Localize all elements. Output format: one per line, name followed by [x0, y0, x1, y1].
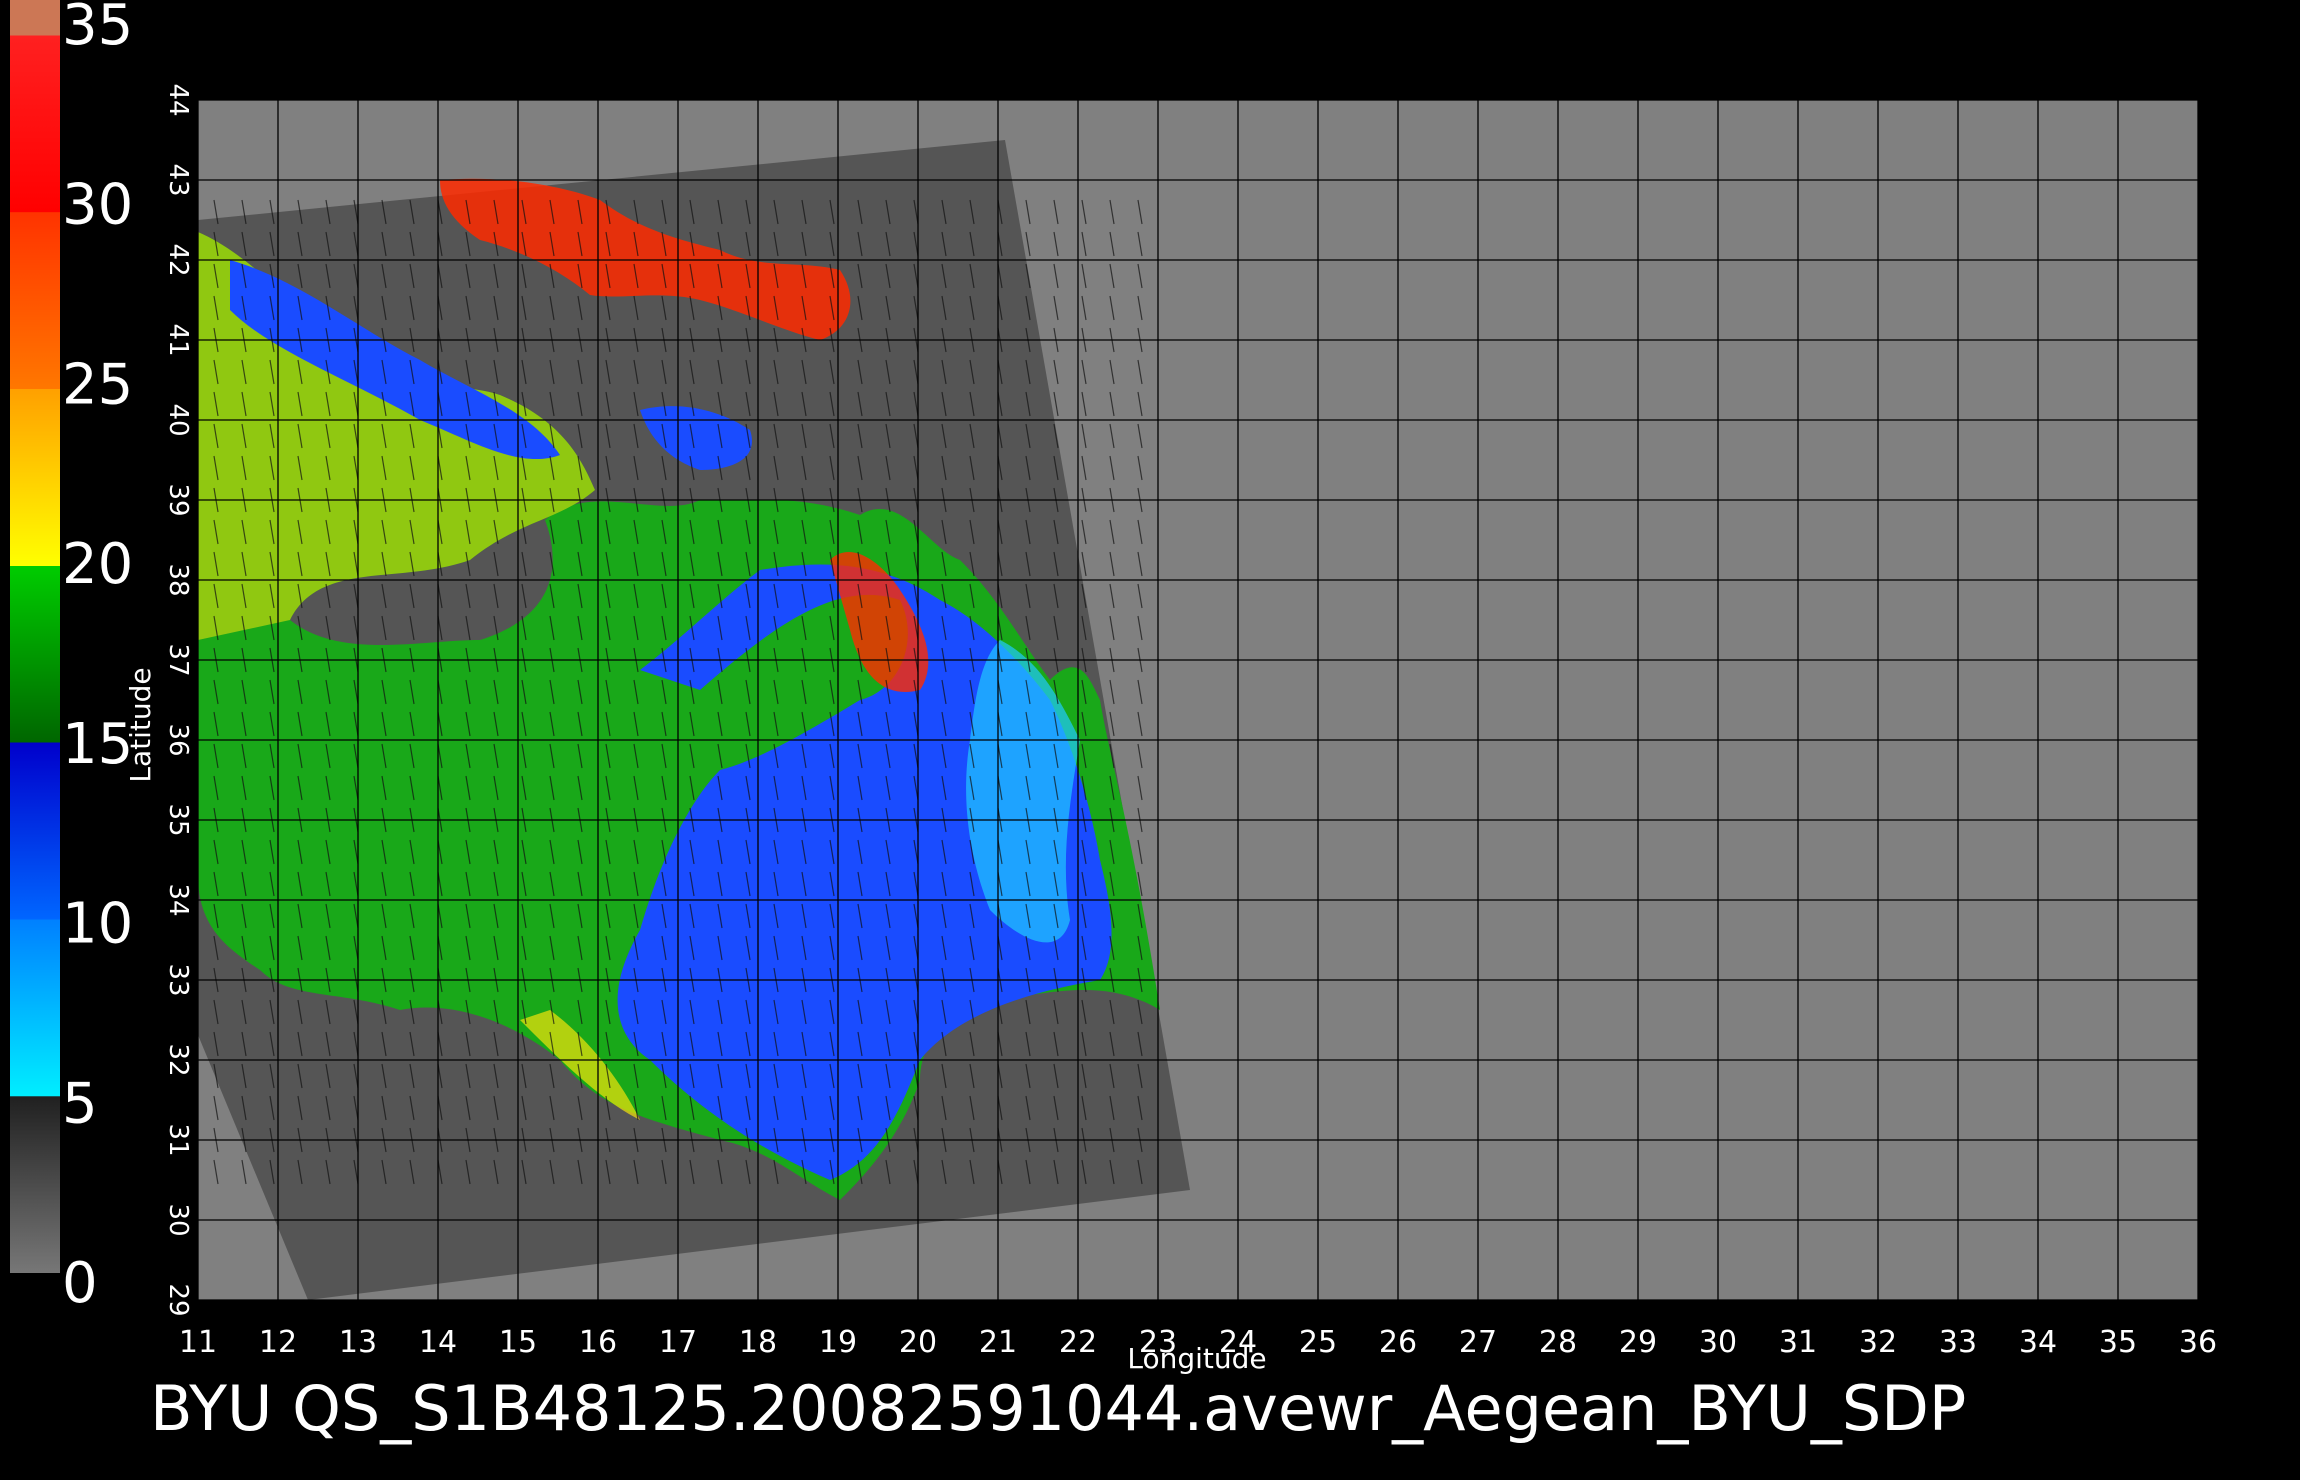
longitude-tick-label: 34 — [2019, 1325, 2057, 1360]
longitude-tick-label: 33 — [1939, 1325, 1977, 1360]
longitude-tick-label: 32 — [1859, 1325, 1897, 1360]
longitude-tick-label: 16 — [579, 1325, 617, 1360]
longitude-tick-label: 20 — [899, 1325, 937, 1360]
figure-caption: BYU QS_S1B48125.20082591044.avewr_Aegean… — [150, 1372, 1966, 1445]
x-axis-label: Longitude — [1127, 1342, 1266, 1375]
longitude-tick-label: 36 — [2179, 1325, 2217, 1360]
latitude-tick-label: 41 — [163, 323, 193, 356]
latitude-tick-label: 38 — [163, 563, 193, 596]
colorbar-label: 30 — [62, 173, 133, 238]
longitude-tick-label: 21 — [979, 1325, 1017, 1360]
longitude-tick-label: 18 — [739, 1325, 777, 1360]
colorbar-label: 0 — [62, 1251, 98, 1316]
latitude-tick-label: 32 — [163, 1043, 193, 1076]
latitude-tick-label: 29 — [163, 1283, 193, 1316]
longitude-tick-label: 25 — [1299, 1325, 1337, 1360]
latitude-tick-label: 39 — [163, 483, 193, 516]
longitude-tick-label: 30 — [1699, 1325, 1737, 1360]
latitude-tick-label: 37 — [163, 643, 193, 676]
y-axis-label: Latitude — [124, 667, 157, 782]
longitude-tick-label: 27 — [1459, 1325, 1497, 1360]
colorbar-label: 35 — [62, 0, 133, 58]
latitude-tick-label: 40 — [163, 403, 193, 436]
colorbar-label: 5 — [62, 1071, 98, 1136]
longitude-tick-label: 22 — [1059, 1325, 1097, 1360]
colorbar-label: 25 — [62, 352, 133, 417]
latitude-tick-label: 42 — [163, 243, 193, 276]
latitude-tick-label: 33 — [163, 963, 193, 996]
latitude-tick-label: 36 — [163, 723, 193, 756]
longitude-tick-label: 14 — [419, 1325, 457, 1360]
latitude-tick-label: 44 — [163, 83, 193, 116]
longitude-tick-label: 11 — [179, 1325, 217, 1360]
colorbar-scale — [10, 0, 60, 1273]
latitude-tick-label: 30 — [163, 1203, 193, 1236]
colorbar-label: 20 — [62, 532, 133, 597]
longitude-tick-label: 26 — [1379, 1325, 1417, 1360]
longitude-tick-label: 31 — [1779, 1325, 1817, 1360]
longitude-tick-label: 13 — [339, 1325, 377, 1360]
latitude-tick-label: 34 — [163, 883, 193, 916]
map-panel: 11 12 13 14 15 16 17 18 19 20 21 22 23 24 25 26 27 28 29 30… — [124, 70, 2228, 1375]
longitude-tick-label: 19 — [819, 1325, 857, 1360]
longitude-tick-label: 28 — [1539, 1325, 1577, 1360]
map-figure: 35 30 25 20 15 10 5 0 11 12 13 14 15 16 17 18 19 20 21 22 2… — [0, 0, 2300, 1480]
longitude-tick-label: 15 — [499, 1325, 537, 1360]
longitude-tick-label: 17 — [659, 1325, 697, 1360]
longitude-tick-label: 35 — [2099, 1325, 2137, 1360]
latitude-tick-label: 43 — [163, 163, 193, 196]
colorbar-label: 15 — [62, 712, 133, 777]
longitude-tick-label: 29 — [1619, 1325, 1657, 1360]
latitude-tick-label: 31 — [163, 1123, 193, 1156]
colorbar-label: 10 — [62, 892, 133, 957]
longitude-tick-label: 12 — [259, 1325, 297, 1360]
latitude-tick-label: 35 — [163, 803, 193, 836]
